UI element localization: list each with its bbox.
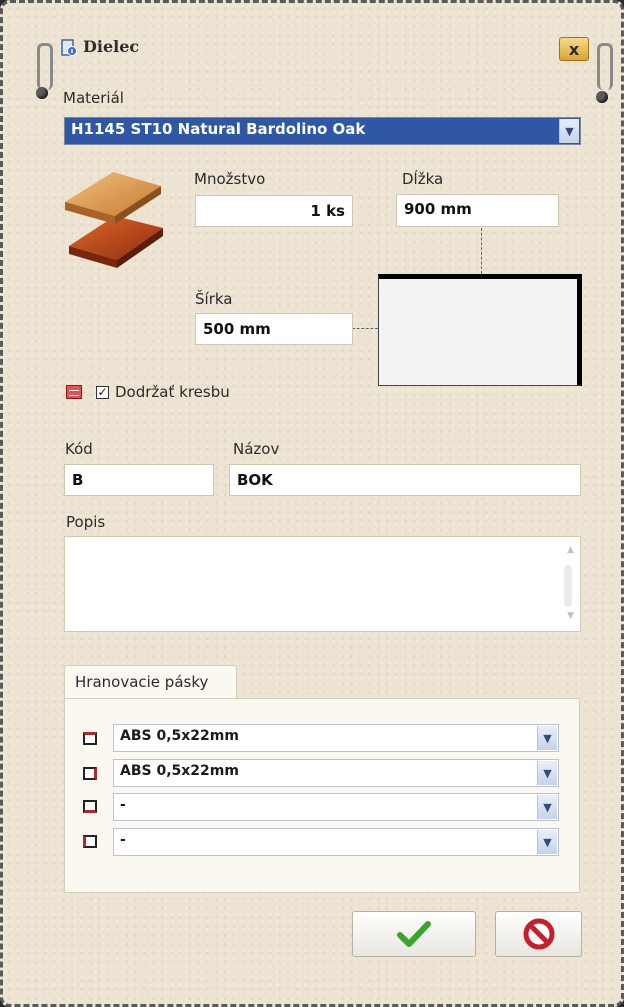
close-icon: x <box>568 39 580 59</box>
dialog-window: Dielec x Materiál H1145 ST10 Natural Bar… <box>0 0 624 1007</box>
document-icon <box>61 39 77 56</box>
checkmark-icon <box>397 921 431 947</box>
edge-top-value: ABS 0,5x22mm <box>120 728 239 744</box>
width-dimension-line <box>352 328 378 329</box>
board-material-icon <box>65 172 163 268</box>
edge-right-icon <box>83 767 97 780</box>
chevron-down-icon[interactable]: ▼ <box>537 795 557 819</box>
length-label: Dĺžka <box>402 170 444 188</box>
material-value: H1145 ST10 Natural Bardolino Oak <box>71 120 366 138</box>
name-field[interactable]: BOK <box>229 464 581 496</box>
material-select[interactable]: H1145 ST10 Natural Bardolino Oak ▼ <box>64 117 581 145</box>
description-textarea[interactable]: ▲ ▼ <box>64 536 581 632</box>
length-field[interactable]: 900 mm <box>396 194 559 227</box>
edge-right-value: ABS 0,5x22mm <box>120 763 239 779</box>
panel-preview <box>378 274 582 386</box>
grain-stripes-icon <box>69 390 79 396</box>
description-scrollbar[interactable] <box>564 565 572 607</box>
grain-label[interactable]: Dodržať kresbu <box>115 383 230 401</box>
quantity-value: 1 ks <box>310 202 345 220</box>
edge-bottom-value: - <box>120 797 126 813</box>
edge-top-select[interactable]: ABS 0,5x22mm ▼ <box>113 724 559 752</box>
tab-edge-banding[interactable]: Hranovacie pásky <box>64 665 237 699</box>
width-field[interactable]: 500 mm <box>195 313 353 345</box>
edge-top-icon <box>83 732 97 745</box>
ok-button[interactable] <box>352 911 476 957</box>
quantity-field[interactable]: 1 ks <box>195 195 353 227</box>
edge-left-value: - <box>120 832 126 848</box>
close-button[interactable]: x <box>559 37 589 61</box>
cancel-button[interactable] <box>495 911 582 957</box>
name-label: Názov <box>233 440 280 458</box>
name-value: BOK <box>237 471 273 489</box>
quantity-label: Množstvo <box>194 170 266 188</box>
width-value: 500 mm <box>203 320 271 338</box>
chevron-down-icon[interactable]: ▼ <box>537 761 557 785</box>
code-field[interactable]: B <box>64 464 214 496</box>
window-title: Dielec <box>83 37 140 56</box>
edge-left-select[interactable]: - ▼ <box>113 828 559 856</box>
scroll-down-icon[interactable]: ▼ <box>567 611 574 621</box>
chevron-down-icon[interactable]: ▼ <box>559 119 579 143</box>
edge-bottom-icon <box>83 800 97 813</box>
chevron-down-icon[interactable]: ▼ <box>537 726 557 750</box>
code-label: Kód <box>65 440 93 458</box>
binder-hole-right <box>596 91 608 103</box>
title-bar: Dielec x <box>3 3 621 63</box>
grain-checkbox[interactable]: ✓ <box>96 386 109 399</box>
description-label: Popis <box>66 513 106 531</box>
edge-bottom-select[interactable]: - ▼ <box>113 793 559 821</box>
chevron-down-icon[interactable]: ▼ <box>537 830 557 854</box>
tab-edge-banding-label: Hranovacie pásky <box>75 673 209 691</box>
width-label: Šírka <box>195 290 233 308</box>
cancel-icon <box>523 918 554 950</box>
binder-hole-left <box>36 87 48 99</box>
length-value: 900 mm <box>404 200 472 218</box>
length-dimension-line <box>481 228 482 274</box>
material-label: Materiál <box>63 89 124 107</box>
edge-left-icon <box>83 835 97 848</box>
edge-right-select[interactable]: ABS 0,5x22mm ▼ <box>113 759 559 787</box>
scroll-up-icon[interactable]: ▲ <box>567 545 574 555</box>
code-value: B <box>72 471 84 489</box>
